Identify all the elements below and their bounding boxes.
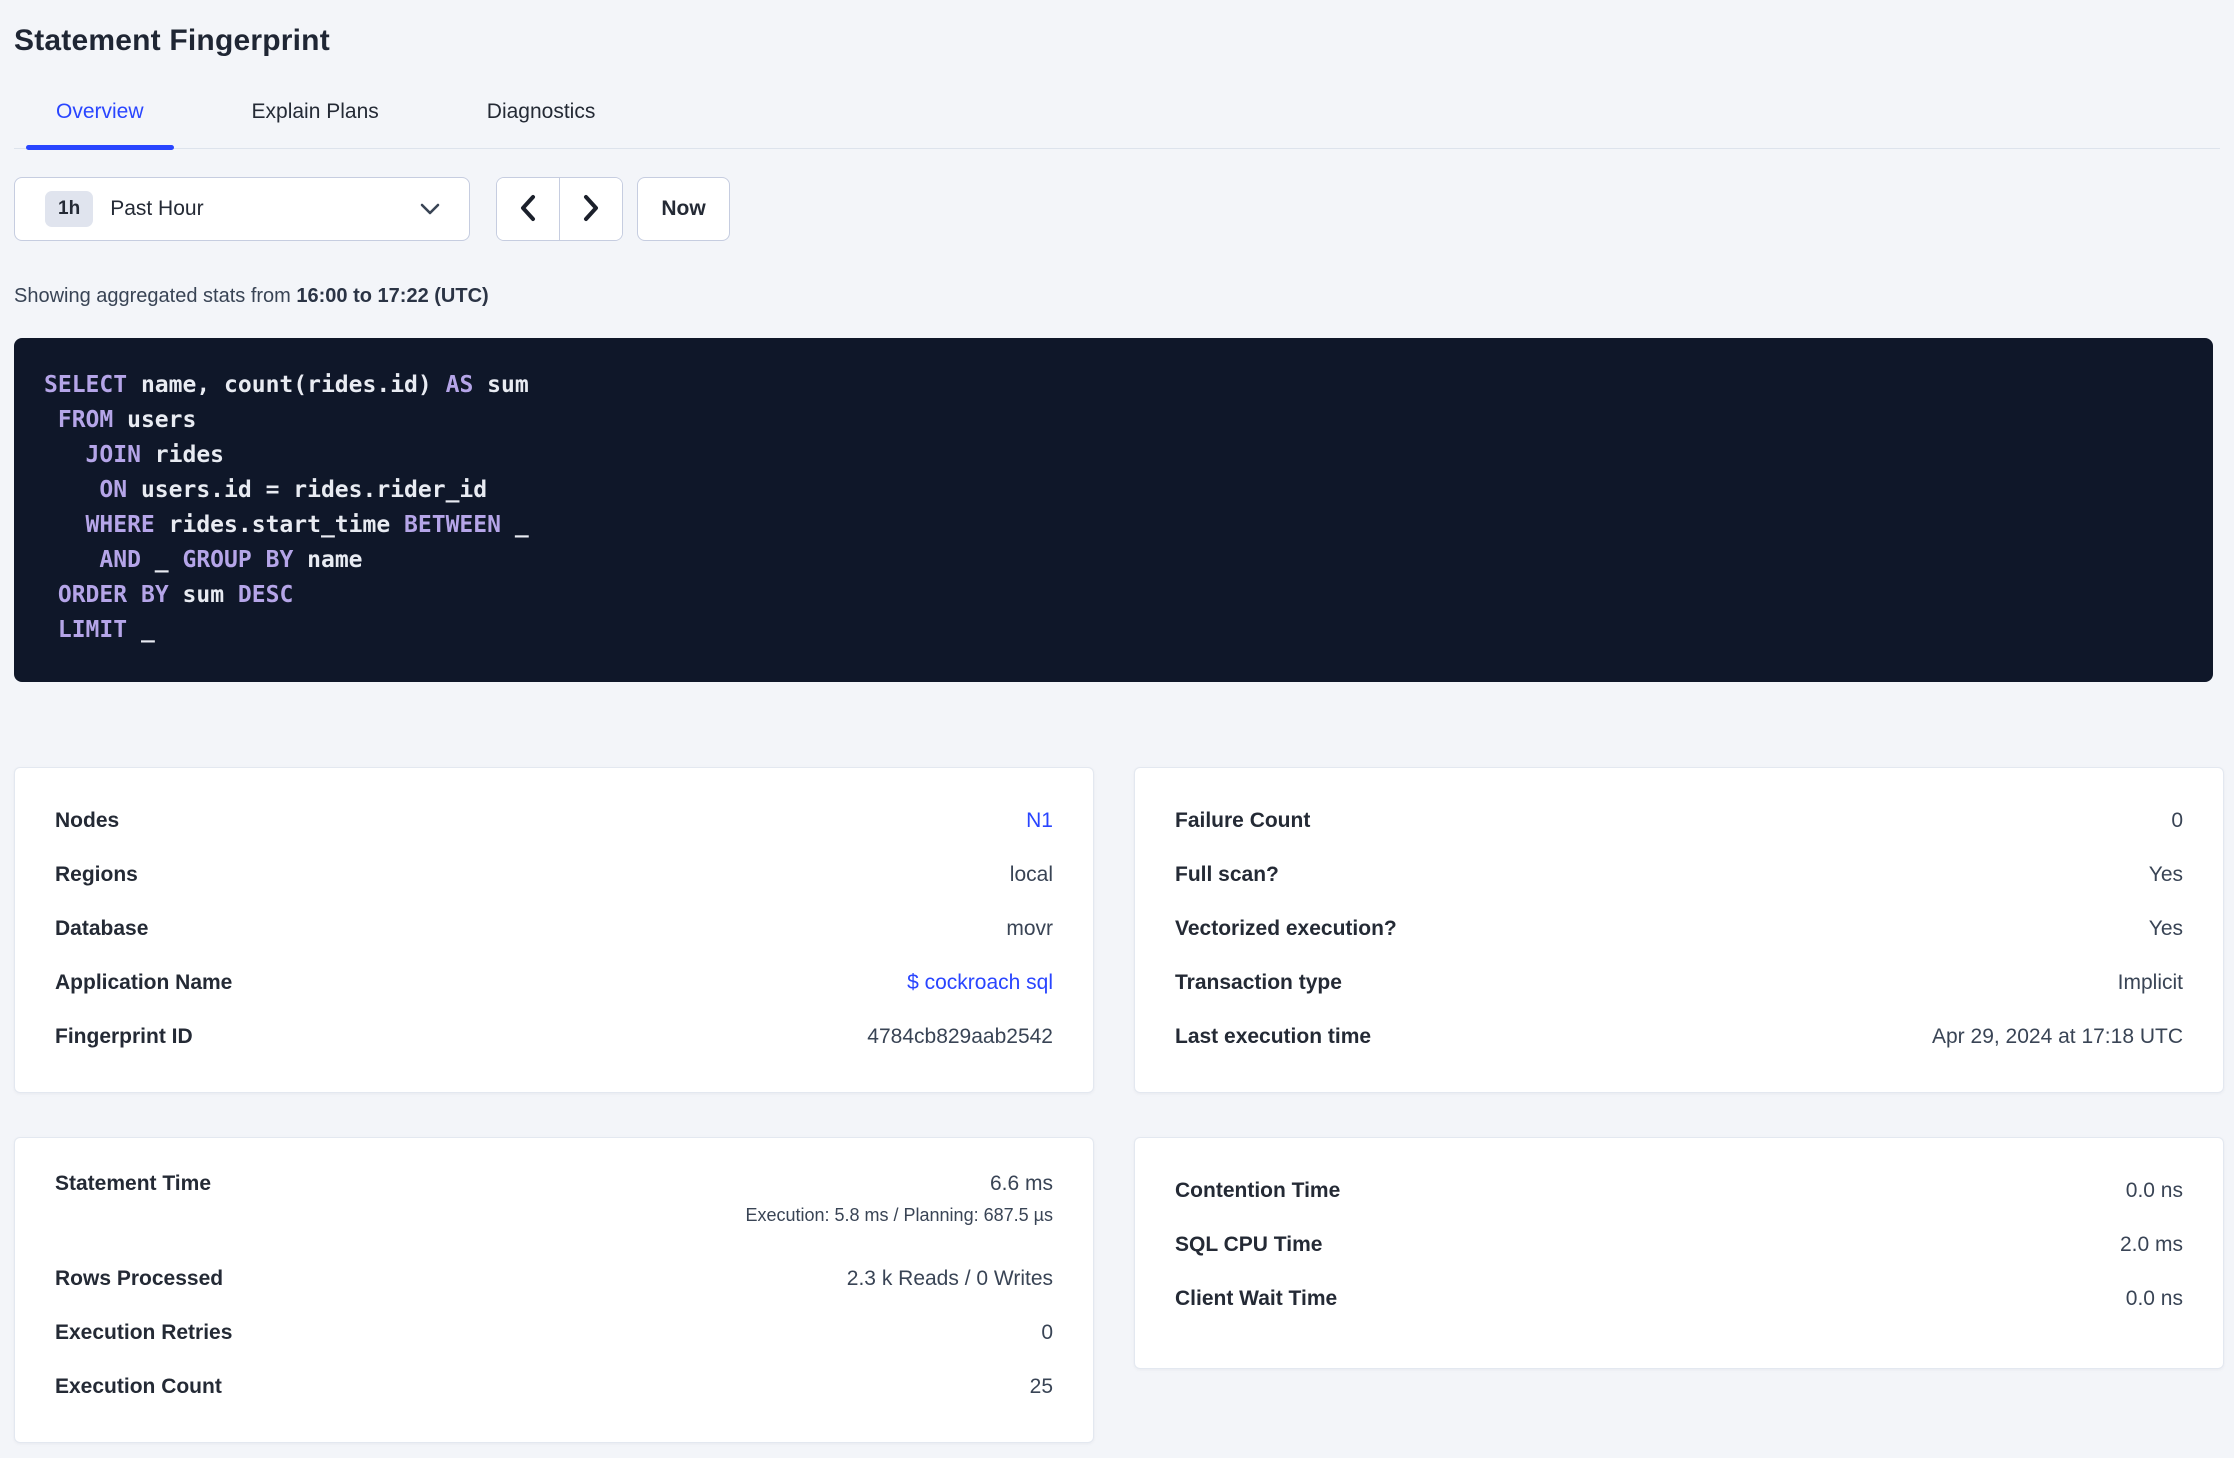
- contention-time-value: 0.0 ns: [2125, 1179, 2183, 1202]
- aggregated-stats-line: Showing aggregated stats from 16:00 to 1…: [14, 285, 2220, 308]
- statement-time-label: Statement Time: [55, 1172, 211, 1195]
- previous-interval-button[interactable]: [497, 178, 559, 240]
- cards-grid: Nodes N1 Regions local Database movr App…: [14, 767, 2224, 1443]
- table-row: Last execution time Apr 29, 2024 at 17:1…: [1175, 1010, 2183, 1064]
- failure-count-value: 0: [2171, 809, 2183, 832]
- fingerprint-id-label: Fingerprint ID: [55, 1025, 193, 1048]
- regions-label: Regions: [55, 863, 138, 886]
- vectorized-execution-value: Yes: [2148, 917, 2183, 940]
- application-name-link[interactable]: $ cockroach sql: [907, 971, 1053, 995]
- aggregated-stats-range: 16:00 to 17:22 (UTC): [296, 285, 489, 307]
- table-row: Application Name $ cockroach sql: [55, 956, 1053, 1010]
- contention-time-label: Contention Time: [1175, 1179, 1341, 1202]
- full-scan-label: Full scan?: [1175, 863, 1279, 886]
- table-row: Nodes N1: [55, 794, 1053, 848]
- tab-bar: Overview Explain Plans Diagnostics: [14, 100, 2220, 150]
- execution-attributes-card: Failure Count 0 Full scan? Yes Vectorize…: [1134, 767, 2224, 1093]
- nodes-label: Nodes: [55, 809, 120, 832]
- transaction-type-value: Implicit: [2117, 971, 2183, 994]
- table-row: Transaction type Implicit: [1175, 956, 2183, 1010]
- sql-cpu-time-value: 2.0 ms: [2119, 1233, 2183, 1256]
- table-row: Database movr: [55, 902, 1053, 956]
- time-range-dropdown[interactable]: 1h Past Hour: [14, 177, 470, 241]
- failure-count-label: Failure Count: [1175, 809, 1311, 832]
- tab-explain-plans[interactable]: Explain Plans: [222, 100, 409, 148]
- statement-time-values: 6.6 ms Execution: 5.8 ms / Planning: 687…: [745, 1172, 1053, 1226]
- page-title: Statement Fingerprint: [14, 24, 330, 57]
- table-row: Rows Processed 2.3 k Reads / 0 Writes: [55, 1252, 1053, 1306]
- chevron-right-icon: [579, 193, 603, 226]
- table-row: Execution Count 25: [55, 1360, 1053, 1414]
- nodes-link[interactable]: N1: [1026, 809, 1053, 833]
- tab-overview[interactable]: Overview: [26, 100, 174, 150]
- execution-count-value: 25: [1029, 1375, 1053, 1398]
- now-button[interactable]: Now: [637, 177, 730, 241]
- regions-value: local: [1009, 863, 1053, 886]
- tab-diagnostics[interactable]: Diagnostics: [457, 100, 626, 148]
- time-shift-buttons: [496, 177, 623, 241]
- tab-overview-label: Overview: [56, 100, 144, 123]
- client-wait-time-label: Client Wait Time: [1175, 1287, 1338, 1310]
- time-range-badge: 1h: [45, 191, 94, 227]
- rows-processed-label: Rows Processed: [55, 1267, 224, 1290]
- table-row: Contention Time 0.0 ns: [1175, 1164, 2183, 1218]
- fingerprint-id-value: 4784cb829aab2542: [867, 1025, 1053, 1048]
- tab-diagnostics-label: Diagnostics: [486, 100, 596, 123]
- sql-cpu-time-label: SQL CPU Time: [1175, 1233, 1323, 1256]
- table-row: Failure Count 0: [1175, 794, 2183, 848]
- rows-processed-value: 2.3 k Reads / 0 Writes: [846, 1267, 1053, 1290]
- table-row: Execution Retries 0: [55, 1306, 1053, 1360]
- tab-explain-plans-label: Explain Plans: [251, 100, 379, 123]
- statement-times-card: Statement Time 6.6 ms Execution: 5.8 ms …: [14, 1137, 1094, 1443]
- active-tab-underline: [26, 145, 174, 150]
- statement-details-card: Nodes N1 Regions local Database movr App…: [14, 767, 1094, 1093]
- table-row: SQL CPU Time 2.0 ms: [1175, 1218, 2183, 1272]
- transaction-type-label: Transaction type: [1175, 971, 1342, 994]
- chevron-down-icon: [419, 202, 441, 216]
- application-name-label: Application Name: [55, 971, 233, 994]
- sql-statement: SELECT name, count(rides.id) AS sum FROM…: [14, 338, 2213, 682]
- execution-retries-value: 0: [1041, 1321, 1053, 1344]
- table-row: Vectorized execution? Yes: [1175, 902, 2183, 956]
- chevron-left-icon: [516, 193, 540, 226]
- full-scan-value: Yes: [2148, 863, 2183, 886]
- statement-time-breakdown: Execution: 5.8 ms / Planning: 687.5 µs: [745, 1205, 1053, 1225]
- database-label: Database: [55, 917, 149, 940]
- statement-time-value: 6.6 ms: [989, 1172, 1053, 1195]
- table-row: Statement Time 6.6 ms Execution: 5.8 ms …: [55, 1164, 1053, 1252]
- next-interval-button[interactable]: [559, 178, 622, 240]
- wait-times-card: Contention Time 0.0 ns SQL CPU Time 2.0 …: [1134, 1137, 2224, 1369]
- table-row: Full scan? Yes: [1175, 848, 2183, 902]
- last-execution-time-value: Apr 29, 2024 at 17:18 UTC: [1932, 1025, 2183, 1048]
- execution-count-label: Execution Count: [55, 1375, 222, 1398]
- vectorized-execution-label: Vectorized execution?: [1175, 917, 1397, 940]
- database-value: movr: [1006, 917, 1053, 940]
- statement-fingerprint-page: Statement Fingerprint Overview Explain P…: [0, 0, 2234, 1458]
- time-picker-row: 1h Past Hour Now: [14, 177, 2220, 241]
- execution-retries-label: Execution Retries: [55, 1321, 233, 1344]
- time-range-label: Past Hour: [110, 197, 204, 220]
- last-execution-time-label: Last execution time: [1175, 1025, 1372, 1048]
- table-row: Client Wait Time 0.0 ns: [1175, 1272, 2183, 1326]
- aggregated-stats-prefix: Showing aggregated stats from: [14, 285, 297, 307]
- client-wait-time-value: 0.0 ns: [2125, 1287, 2183, 1310]
- table-row: Fingerprint ID 4784cb829aab2542: [55, 1010, 1053, 1064]
- table-row: Regions local: [55, 848, 1053, 902]
